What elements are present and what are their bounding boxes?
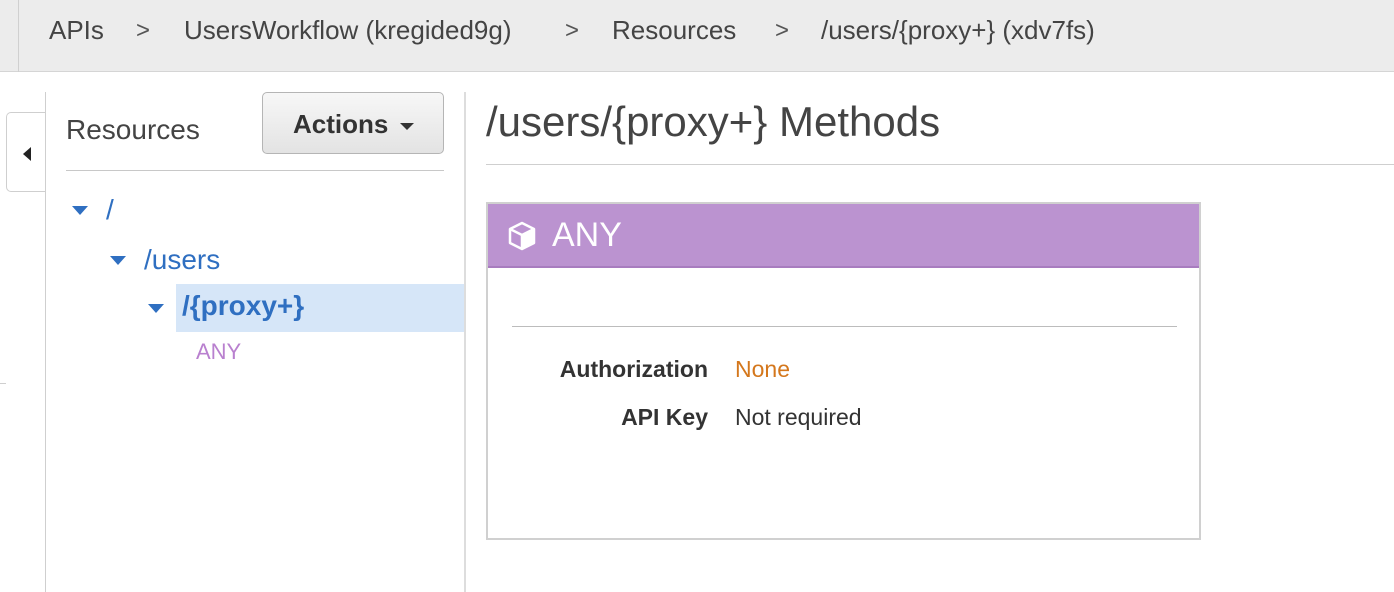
- actions-button-label: Actions: [293, 109, 389, 139]
- tree-item-label[interactable]: /: [106, 194, 114, 226]
- expand-arrow-icon[interactable]: [148, 304, 164, 313]
- breadcrumb-separator: >: [136, 17, 151, 44]
- tree-item-label[interactable]: /users: [144, 244, 220, 276]
- tree-item-root[interactable]: /: [66, 186, 464, 234]
- collapse-panel-button[interactable]: [6, 112, 46, 192]
- tree-item-proxy[interactable]: /{proxy+}: [176, 284, 464, 332]
- breadcrumb-separator: >: [565, 17, 580, 44]
- method-name: ANY: [552, 216, 622, 254]
- tree-method-any[interactable]: ANY: [196, 339, 241, 365]
- actions-dropdown-button[interactable]: Actions: [262, 92, 444, 154]
- page-title: /users/{proxy+} Methods: [486, 98, 941, 145]
- caret-left-icon: [23, 147, 31, 161]
- breadcrumb-current-resource: /users/{proxy+} (xdv7fs): [821, 15, 1095, 45]
- caret-down-icon: [400, 123, 414, 130]
- tree-item-users[interactable]: /users: [66, 236, 464, 284]
- panel-divider: [464, 92, 466, 592]
- tree-item-label[interactable]: /{proxy+}: [182, 290, 304, 322]
- divider: [0, 383, 6, 384]
- title-divider: [486, 164, 1394, 165]
- expand-arrow-icon[interactable]: [72, 206, 88, 215]
- authorization-label: Authorization: [559, 356, 708, 382]
- panel-border: [45, 92, 46, 592]
- breadcrumb-edge: [18, 0, 19, 72]
- breadcrumb: APIs > UsersWorkflow (kregided9g) > Reso…: [0, 0, 1394, 72]
- breadcrumb-api-name[interactable]: UsersWorkflow (kregided9g): [184, 15, 512, 46]
- method-card: ANY Authorization None API Key Not requi…: [486, 202, 1201, 540]
- cube-icon: [508, 221, 536, 251]
- breadcrumb-separator: >: [775, 17, 790, 44]
- resources-divider: [66, 170, 444, 171]
- breadcrumb-apis[interactable]: APIs: [49, 15, 104, 46]
- card-divider: [512, 326, 1177, 327]
- breadcrumb-resources[interactable]: Resources: [612, 15, 736, 46]
- method-header[interactable]: ANY: [488, 204, 1199, 268]
- resources-panel-title: Resources: [66, 114, 200, 145]
- authorization-value[interactable]: None: [735, 356, 790, 383]
- api-key-value: Not required: [735, 404, 862, 430]
- api-key-label: API Key: [621, 404, 708, 430]
- expand-arrow-icon[interactable]: [110, 256, 126, 265]
